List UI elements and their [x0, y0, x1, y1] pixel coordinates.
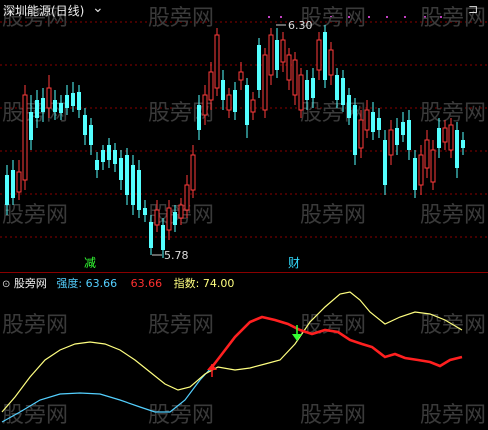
candle [401, 112, 405, 142]
candle [280, 32, 286, 72]
watermark-text: 股旁网 [420, 101, 486, 126]
candle [262, 48, 268, 118]
candle [461, 132, 465, 155]
watermark-text: 股旁网 [420, 403, 486, 426]
candle [298, 68, 304, 118]
candle [407, 110, 411, 160]
chart-title: 深圳能源(日线) [3, 4, 85, 18]
candle [101, 145, 105, 170]
candle [328, 42, 334, 85]
candle [137, 160, 141, 218]
candle [323, 25, 327, 88]
candle [275, 28, 279, 78]
candle [286, 48, 292, 90]
collapse-chevron-icon[interactable]: ⌄ [92, 0, 104, 16]
watermark-text: 股旁网 [420, 313, 486, 338]
watermark-text: 股旁网 [300, 403, 366, 426]
price-chart[interactable]: 股旁网股旁网股旁网股旁网股旁网股旁网股旁网股旁网股旁网股旁网股旁网股旁网 6.3… [0, 0, 488, 272]
watermark-text: 股旁网 [148, 6, 214, 31]
low-price-label: 5.78 [164, 249, 189, 262]
high-price-label: 6.30 [288, 19, 313, 32]
candle [424, 130, 430, 178]
candle [388, 120, 394, 165]
candle [430, 140, 436, 190]
watermark-text: 股旁网 [420, 203, 486, 228]
candle [383, 130, 387, 195]
candle [214, 28, 220, 96]
signal-cai-label: 财 [288, 256, 300, 270]
candle [245, 78, 249, 138]
candle [233, 82, 237, 120]
price-grid [0, 16, 488, 238]
window-toggle-button[interactable]: ⊐ [468, 2, 478, 16]
low-annotation: 5.78 [152, 249, 189, 262]
candlestick-series [5, 25, 465, 258]
watermark-layer: 股旁网股旁网股旁网股旁网股旁网股旁网股旁网股旁网股旁网股旁网股旁网股旁网 [2, 6, 486, 228]
candle [226, 88, 232, 118]
watermark-text: 股旁网 [148, 313, 214, 338]
candle [455, 122, 459, 178]
signal-jian-label: 减 [84, 256, 96, 270]
candle [125, 148, 129, 205]
watermark-text: 股旁网 [300, 203, 366, 228]
candle [268, 28, 274, 85]
candle [95, 152, 99, 178]
watermark-text: 股旁网 [2, 403, 68, 426]
candle [143, 200, 147, 222]
high-annotation: 6.30 [276, 19, 313, 32]
candle [316, 32, 322, 80]
watermark-text: 股旁网 [2, 313, 68, 338]
candle [89, 118, 93, 155]
candle [83, 108, 87, 145]
candle [77, 85, 81, 118]
candle [221, 70, 225, 110]
indicator-pane[interactable]: 股旁网 股旁网 股旁网 股旁网 股旁网 股旁网 股旁网 股旁网 [0, 272, 488, 428]
candle [11, 160, 15, 205]
strength-value: 63.66 [85, 277, 118, 290]
candle [107, 138, 111, 168]
candle [257, 38, 261, 98]
strength-label: 强度: [56, 277, 83, 290]
watermark-text: 股旁网 [148, 403, 214, 426]
candle [377, 108, 381, 138]
indicator-legend: ⊙ 股旁网 强度: 63.66 63.66 指数: 74.00 [2, 275, 234, 291]
candle [395, 118, 399, 155]
candle [353, 98, 357, 165]
candle [292, 52, 298, 105]
indicator-name: 股旁网 [13, 277, 47, 290]
watermark-text: 股旁网 [2, 203, 68, 228]
candle [413, 150, 417, 198]
candle [190, 145, 196, 198]
candle [119, 150, 123, 190]
index-label: 指数: [173, 277, 200, 290]
index-value: 74.00 [202, 277, 235, 290]
candle [418, 145, 424, 195]
candle [238, 62, 244, 90]
price-chart-pane[interactable]: 股旁网股旁网股旁网股旁网股旁网股旁网股旁网股旁网股旁网股旁网股旁网股旁网 6.3… [0, 0, 488, 272]
watermark-layer: 股旁网 股旁网 股旁网 股旁网股旁网 股旁网 股旁网 股旁网 [2, 313, 486, 428]
indicator-chart[interactable]: 股旁网 股旁网 股旁网 股旁网股旁网 股旁网 股旁网 股旁网 [0, 272, 488, 428]
candle [22, 85, 28, 190]
candle [131, 155, 135, 215]
candle [250, 92, 256, 120]
candle [113, 143, 117, 172]
strength2-value: 63.66 [130, 277, 163, 290]
settings-icon[interactable]: ⊙ [2, 279, 10, 290]
